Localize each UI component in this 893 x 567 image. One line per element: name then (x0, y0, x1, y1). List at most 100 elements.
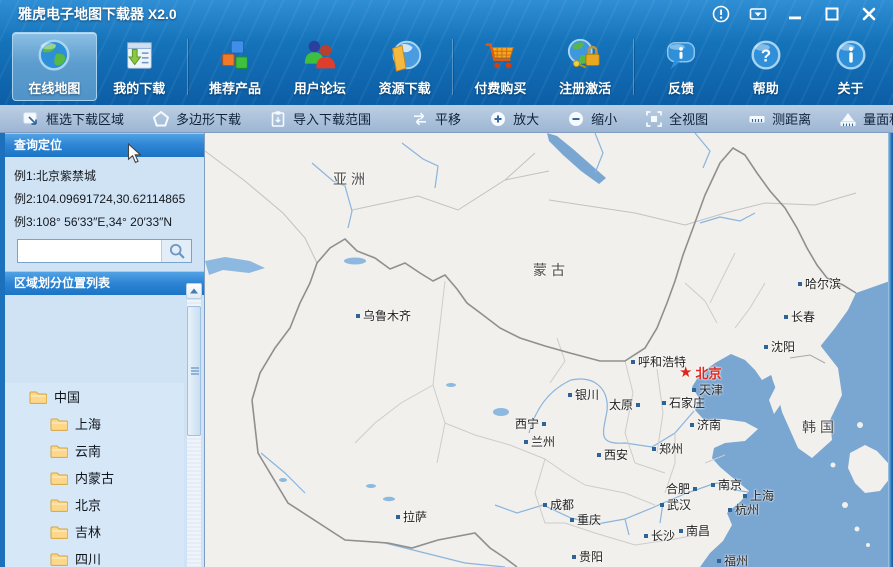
scrollbar-grip (191, 367, 199, 369)
toolbar-item-online-map[interactable]: 在线地图 (12, 32, 97, 101)
clipboard-icon (271, 110, 285, 127)
close-icon (862, 7, 876, 21)
tool-item-zoom-in[interactable]: 放大 (475, 105, 553, 132)
tree-item[interactable]: 吉林 (5, 518, 184, 545)
map-area[interactable]: 亚洲 蒙古 韩国 ★ 北京 乌鲁木齐 哈尔滨 长春 沈阳 呼和浩特 天津 银川 太原 石家庄 济南 西宁 兰州郑… (205, 133, 893, 567)
tool-item-zoom-out[interactable]: 缩小 (553, 105, 631, 132)
info-button[interactable] (709, 4, 733, 24)
tree-item[interactable]: 北京 (5, 491, 184, 518)
tool-item-box-select[interactable]: 框选下载区域 (8, 105, 138, 132)
tool-item-measure-distance[interactable]: 测距离 (734, 105, 825, 132)
app-window: 雅虎电子地图下载器 X2.0 在线地图 我的下载 推荐产品 用户论坛 资源下载 … (0, 0, 893, 567)
search-panel-header: 查询定位 (5, 133, 204, 157)
toolbar-item-help[interactable]: ? 帮助 (723, 32, 808, 101)
tool-item-polygon[interactable]: 多边形下载 (138, 105, 255, 132)
tree-item-label: 上海 (75, 417, 102, 432)
toolbar-item-label: 反馈 (667, 81, 694, 96)
search-panel-title: 查询定位 (14, 138, 63, 152)
select-rect-icon (23, 112, 37, 125)
tool-item-label: 平移 (435, 112, 462, 127)
area-ruler-icon (840, 112, 856, 126)
search-button[interactable] (161, 240, 191, 262)
toolbar-separator (186, 38, 188, 95)
tree-item[interactable]: 内蒙古 (5, 464, 184, 491)
toolbar-item-products[interactable]: 推荐产品 (193, 32, 278, 101)
toolbar-separator (452, 38, 453, 95)
search-example-1: 例1:北京紫禁城 (14, 169, 97, 183)
toolbar-item-feedback[interactable]: 反馈 (639, 32, 724, 101)
tool-item-full-view[interactable]: 全视图 (631, 105, 722, 132)
minimize-button[interactable] (783, 4, 807, 24)
toolbar-item-label: 资源下载 (378, 81, 431, 96)
scroll-up-button[interactable] (186, 283, 202, 299)
folder-icon (50, 499, 68, 512)
search-example-2: 例2:104.09691724,30.62114865 (14, 192, 186, 206)
maximize-button[interactable] (820, 4, 844, 24)
search-box (17, 239, 192, 263)
app-title: 雅虎电子地图下载器 X2.0 (18, 6, 177, 22)
help-icon: ? (747, 36, 785, 76)
tree-item[interactable]: 上海 (5, 410, 184, 437)
tree-scrollbar (186, 281, 202, 567)
tool-item-label: 量面积 (863, 112, 893, 127)
sidebar: 查询定位 例1:北京紫禁城 例2:104.09691724,30.6211486… (0, 133, 205, 567)
resource-globe-icon (386, 36, 424, 76)
tool-item-label: 放大 (513, 112, 540, 127)
toolbar-item-label: 注册激活 (559, 81, 612, 96)
tree-item[interactable]: 四川 (5, 545, 184, 567)
title-bar: 雅虎电子地图下载器 X2.0 (0, 0, 893, 28)
folder-icon (29, 391, 47, 404)
toolbar-item-about[interactable]: 关于 (808, 32, 893, 101)
folder-icon (50, 553, 68, 566)
region-list-header: 区域划分位置列表 (5, 271, 204, 295)
tree-item-label: 四川 (75, 552, 102, 567)
search-input[interactable] (18, 240, 161, 262)
folder-icon (50, 472, 68, 485)
pan-arrows-icon (414, 112, 427, 125)
toolbar-item-my-downloads[interactable]: 我的下载 (97, 32, 182, 101)
zoom-out-icon (569, 111, 584, 126)
search-examples: 例1:北京紫禁城 例2:104.09691724,30.62114865 例3:… (5, 157, 204, 236)
folder-icon (50, 526, 68, 539)
tree-item[interactable]: 中国 (5, 383, 184, 410)
tool-item-measure-area[interactable]: 量面积 (825, 105, 893, 132)
search-row (5, 236, 204, 271)
scroll-up-icon (190, 288, 198, 294)
tree-item-label: 吉林 (75, 525, 102, 540)
full-view-icon (646, 110, 662, 127)
toolbar-item-activate[interactable]: 注册激活 (543, 32, 628, 101)
toolbar-item-label: 推荐产品 (209, 81, 262, 96)
skin-button[interactable] (746, 4, 770, 24)
map-geometry (205, 133, 893, 567)
toolbar-item-resources[interactable]: 资源下载 (362, 32, 447, 101)
tree-item[interactable]: 云南 (5, 437, 184, 464)
tool-item-import[interactable]: 导入下载范围 (255, 105, 385, 132)
window-right-border (888, 133, 893, 567)
region-list-title: 区域划分位置列表 (14, 276, 111, 290)
about-icon (832, 36, 870, 76)
scrollbar-track[interactable] (187, 300, 201, 567)
tool-item-label: 缩小 (591, 112, 618, 127)
toolbar-item-forum[interactable]: 用户论坛 (277, 32, 362, 101)
download-list-icon (120, 36, 158, 76)
toolbar-item-label: 用户论坛 (293, 81, 346, 96)
toolbar-item-label: 我的下载 (113, 81, 166, 96)
toolbar-item-label: 在线地图 (28, 81, 81, 96)
close-button[interactable] (857, 4, 881, 24)
ruler-icon (749, 115, 765, 122)
tree-item-label: 云南 (75, 444, 102, 459)
toolbar-item-purchase[interactable]: 付费购买 (458, 32, 543, 101)
tree-item-label: 内蒙古 (75, 471, 115, 486)
toolbar-item-label: 帮助 (752, 81, 779, 96)
svg-text:?: ? (761, 47, 771, 66)
maximize-icon (825, 7, 839, 21)
tool-item-pan[interactable]: 平移 (397, 105, 475, 132)
tree-item-label: 中国 (54, 390, 81, 405)
top-chrome: 雅虎电子地图下载器 X2.0 在线地图 我的下载 推荐产品 用户论坛 资源下载 … (0, 0, 893, 105)
users-icon (301, 36, 339, 76)
scrollbar-thumb[interactable] (187, 306, 201, 436)
lock-globe-icon (566, 36, 604, 76)
window-controls (709, 4, 893, 24)
folder-icon (50, 445, 68, 458)
toolbar-item-label: 付费购买 (474, 81, 527, 96)
